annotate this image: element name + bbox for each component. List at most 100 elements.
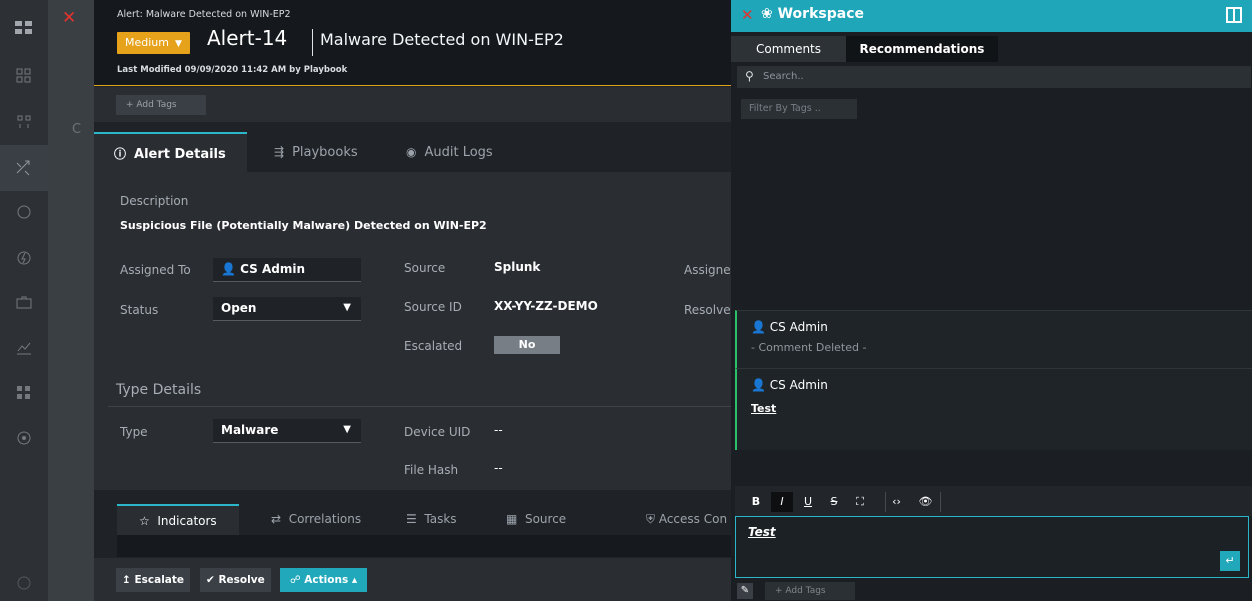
resolve-button[interactable]: ✔ Resolve (200, 568, 271, 592)
chat-icon: ❀ (761, 6, 778, 22)
panel-gutter: ✕ (48, 0, 94, 601)
chevron-down-icon: ▼ (174, 39, 182, 49)
bold-button[interactable]: B (745, 492, 767, 512)
description-value[interactable]: Suspicious File (Potentially Malware) De… (120, 219, 487, 232)
resolved-cut-label: Resolve (684, 303, 731, 317)
send-comment-button[interactable]: ↵ (1220, 551, 1240, 571)
list-icon: ☰ (406, 512, 425, 526)
editor-toolbar: B I U S ⛶ ‹› 👁 (735, 486, 1252, 516)
escalated-label: Escalated (404, 339, 463, 353)
lower-tabs: ☆ Indicators ⇄ Correlations ☰ Tasks ▦ So… (94, 490, 736, 557)
tab-alert-details[interactable]: ⓘ Alert Details (94, 132, 247, 172)
tab-correlations[interactable]: ⇄ Correlations (249, 504, 379, 535)
apps-nav-icon[interactable] (14, 383, 34, 403)
shield-nav-icon[interactable] (14, 202, 34, 222)
playbook-icon: ⇶ (274, 145, 285, 159)
grid-icon: ▦ (506, 512, 525, 526)
workspace-panel: ✕ ❀ Workspace Comments Recommendations ⚲… (731, 0, 1252, 601)
comment-item: 👤 CS Admin Test (735, 368, 1252, 450)
italic-button[interactable]: I (771, 492, 793, 512)
star-icon: ☆ (139, 514, 158, 528)
close-icon[interactable]: ✕ (741, 6, 754, 24)
dashboard-icon[interactable] (14, 66, 34, 86)
workspace-header: ✕ ❀ Workspace (731, 0, 1252, 32)
check-icon: ✔ (206, 574, 219, 586)
help-nav-icon[interactable] (14, 573, 34, 593)
alert-details-panel: Description Suspicious File (Potentially… (94, 172, 736, 490)
underline-button[interactable]: U (797, 492, 819, 512)
severity-dropdown[interactable]: Medium ▼ (117, 32, 190, 54)
add-tags-button[interactable]: + Add Tags (116, 95, 206, 115)
assigned-cut-label: Assigne (684, 263, 731, 277)
workspace-title: Workspace (777, 6, 864, 22)
tab-source-data[interactable]: ▦ Source Data (484, 504, 619, 557)
fullscreen-button[interactable]: ⛶ (849, 492, 871, 512)
strikethrough-button[interactable]: S (823, 492, 845, 512)
chevron-down-icon: ▼ (343, 302, 351, 313)
workspace-footer: ✎ + Add Tags (731, 579, 1252, 601)
actions-button[interactable]: ☍ Actions ▴ (280, 568, 368, 592)
chart-nav-icon[interactable] (14, 338, 34, 358)
incidents-nav-active[interactable] (0, 145, 48, 191)
add-tags-button[interactable]: + Add Tags (765, 582, 855, 600)
close-panel-icon[interactable]: ✕ (62, 8, 76, 28)
link-icon: ☍ (290, 574, 305, 586)
bolt-nav-icon[interactable] (14, 248, 34, 268)
chevron-up-icon: ▴ (348, 574, 358, 586)
tag-bar: + Add Tags (94, 87, 736, 122)
type-details-heading: Type Details (116, 382, 202, 398)
comment-search-input[interactable]: ⚲ Search.. (737, 66, 1251, 88)
alert-id: Alert-14 (207, 26, 288, 50)
source-id-label: Source ID (404, 300, 462, 314)
tab-comments[interactable]: Comments (731, 36, 846, 62)
escalate-button[interactable]: ↥ Escalate (116, 568, 191, 592)
attachment-icon[interactable]: ✎ (737, 583, 753, 599)
detail-tabs: ⓘ Alert Details ⇶ Playbooks ◉ Audit Logs (94, 122, 736, 172)
editor-text: Test (748, 525, 776, 539)
filter-by-tags-input[interactable]: Filter By Tags .. (741, 99, 857, 119)
ghost-letter: C (72, 122, 82, 137)
comment-author: CS Admin (769, 378, 828, 392)
shield-icon: ⛨ (646, 512, 659, 526)
user-icon: 👤 (751, 378, 770, 392)
tab-access-control[interactable]: ⛨ Access Con (624, 504, 736, 535)
file-hash-value: -- (494, 461, 503, 475)
alert-title[interactable]: Malware Detected on WIN-EP2 (320, 30, 564, 49)
user-icon: 👤 (221, 262, 241, 276)
alert-header: Alert: Malware Detected on WIN-EP2 Mediu… (94, 0, 736, 86)
assigned-to-label: Assigned To (120, 263, 191, 277)
eye-icon: ◉ (406, 145, 417, 159)
dock-panel-icon[interactable] (1226, 7, 1242, 23)
tab-playbooks[interactable]: ⇶ Playbooks (254, 132, 374, 172)
type-dropdown[interactable]: Malware ▼ (213, 419, 361, 443)
search-icon: ⚲ (745, 69, 754, 83)
comment-editor[interactable]: Test ↵ (735, 516, 1249, 578)
device-uid-value: -- (494, 423, 503, 437)
search-placeholder: Search.. (763, 71, 804, 82)
status-dropdown[interactable]: Open ▼ (213, 297, 361, 321)
tab-tasks[interactable]: ☰ Tasks (384, 504, 479, 535)
assigned-to-field[interactable]: 👤 CS Admin (213, 258, 361, 282)
escalate-icon: ↥ (122, 574, 135, 586)
tab-audit-logs[interactable]: ◉ Audit Logs (386, 132, 526, 172)
queue-icon[interactable] (14, 112, 34, 132)
tab-indicators[interactable]: ☆ Indicators (117, 504, 239, 535)
settings-nav-icon[interactable] (14, 428, 34, 448)
briefcase-nav-icon[interactable] (14, 293, 34, 313)
file-hash-label: File Hash (404, 463, 459, 477)
preview-button[interactable]: 👁 (911, 492, 941, 512)
left-nav-rail (0, 0, 48, 601)
arrows-icon: ⇄ (271, 512, 289, 526)
breadcrumb: Alert: Malware Detected on WIN-EP2 (117, 9, 291, 20)
severity-label: Medium (125, 36, 169, 49)
last-modified: Last Modified 09/09/2020 11:42 AM by Pla… (117, 65, 348, 75)
status-label: Status (120, 303, 159, 317)
source-id-value: XX-YY-ZZ-DEMO (494, 299, 598, 313)
info-icon: ⓘ (114, 147, 127, 161)
tab-recommendations[interactable]: Recommendations (846, 36, 998, 62)
indicators-content (117, 535, 736, 557)
code-button[interactable]: ‹› (885, 492, 907, 512)
assigned-to-value: CS Admin (240, 262, 306, 276)
app-grid-icon[interactable] (14, 18, 34, 38)
source-value: Splunk (494, 260, 541, 274)
